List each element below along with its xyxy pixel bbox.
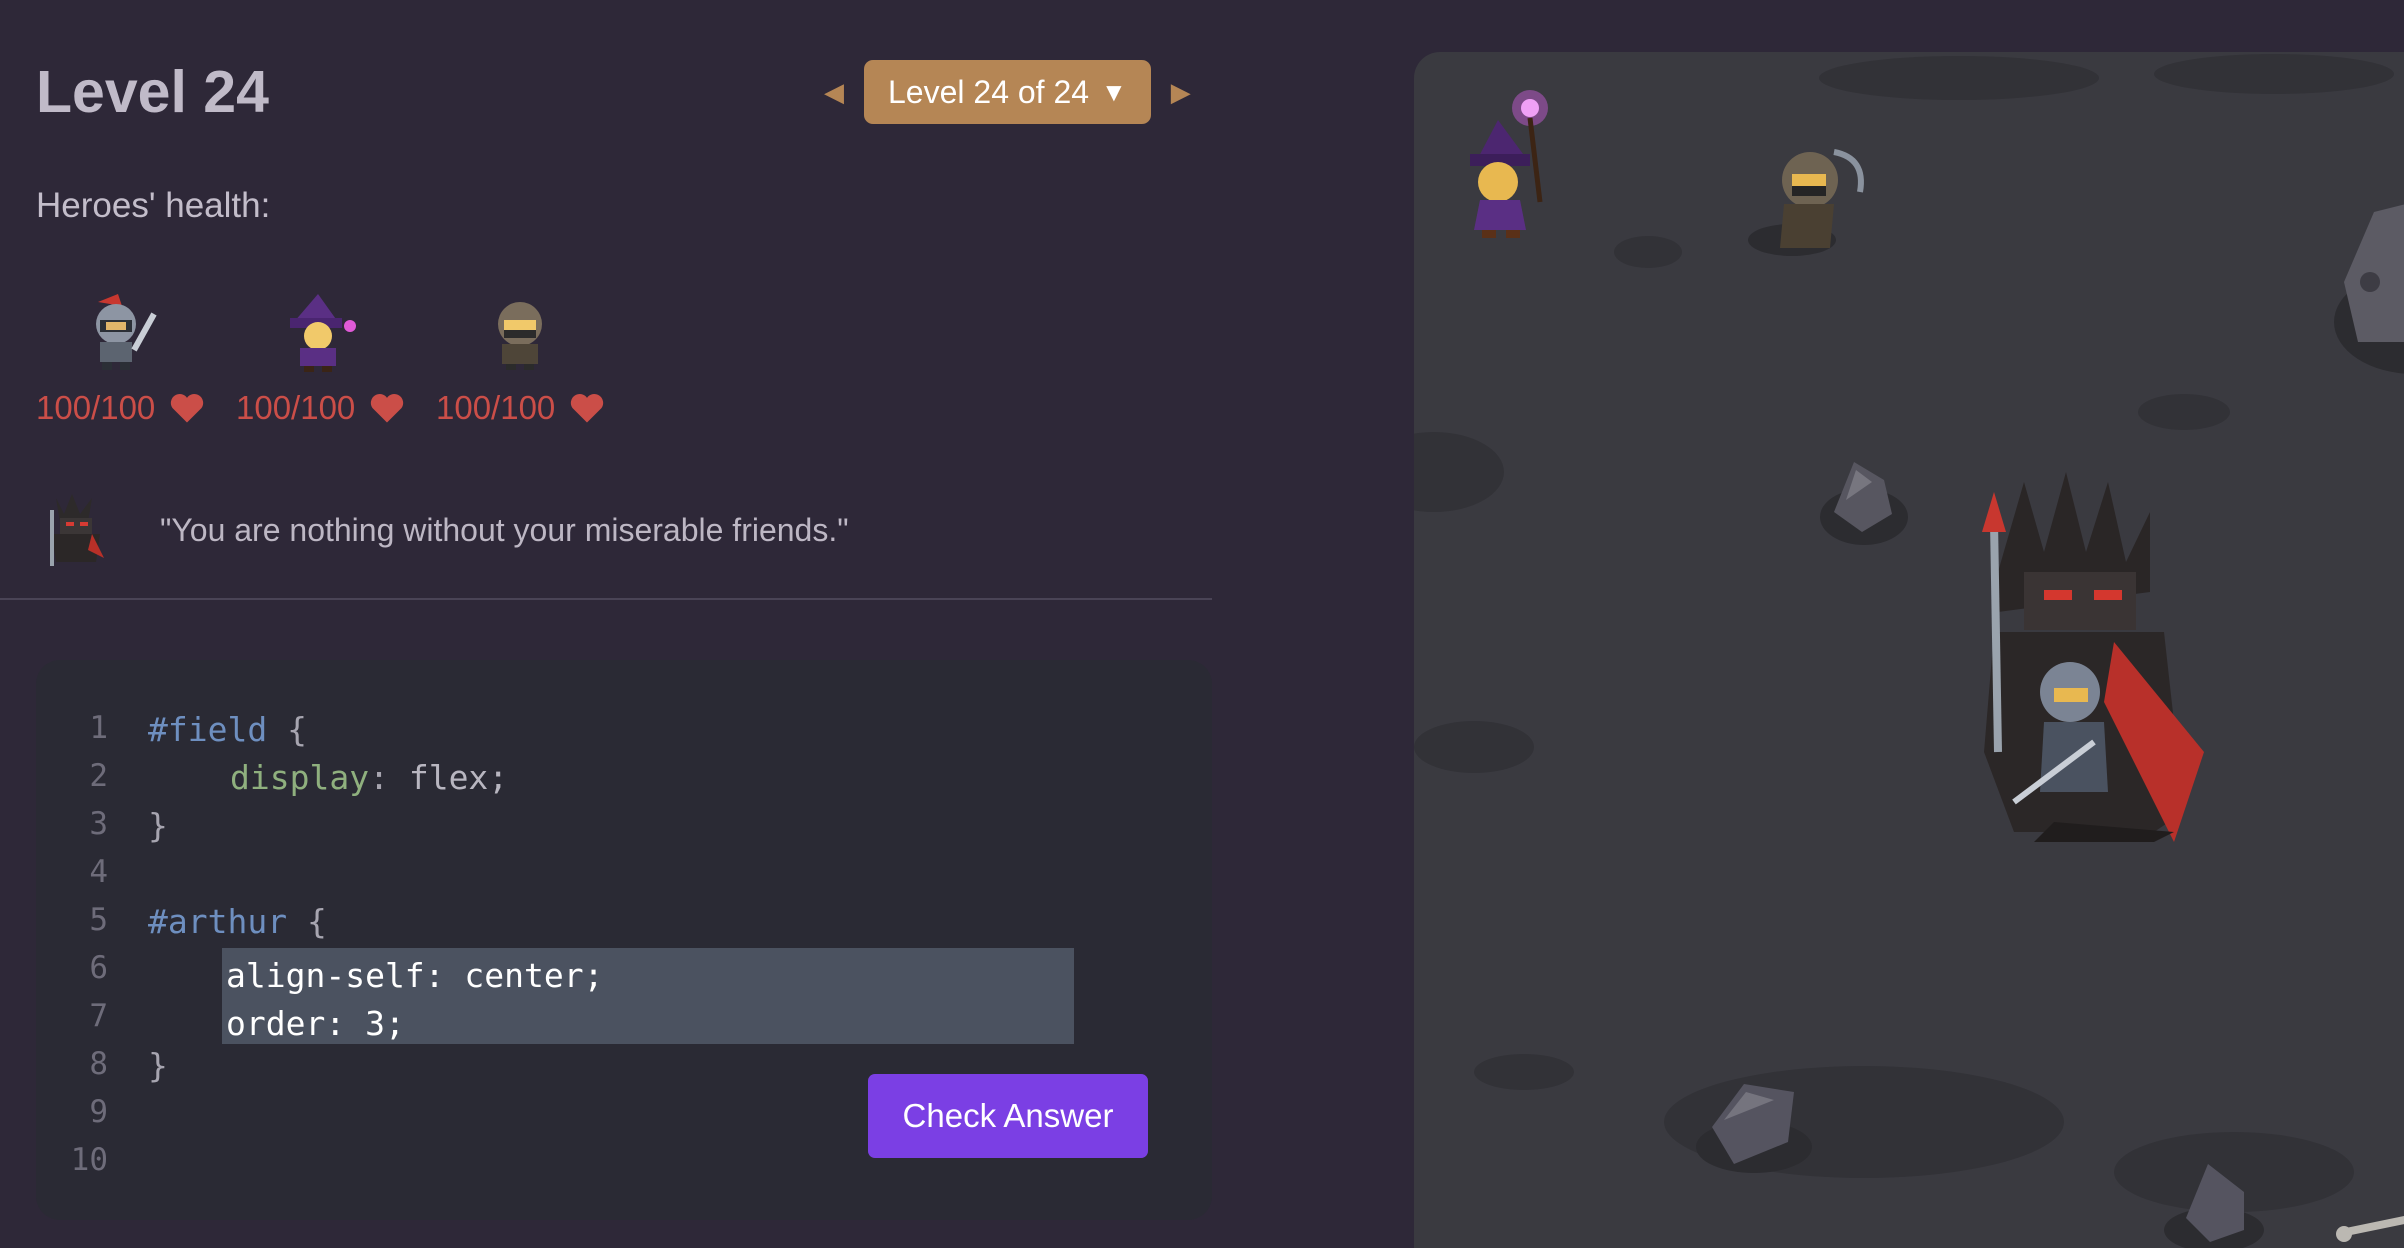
rock [2334, 204, 2404, 374]
hero-hp-text: 100/100 [436, 389, 556, 426]
close-brace: } [148, 806, 168, 845]
line-number: 8 [89, 1046, 108, 1082]
heart-icon [171, 394, 204, 423]
level-title: Level 24 [36, 59, 269, 125]
line-number: 10 [70, 1142, 108, 1178]
css-answer-input[interactable]: align-self: center; order: 3; [222, 948, 1074, 1044]
wizard-hero-sprite [1470, 90, 1548, 238]
open-brace: { [306, 902, 327, 941]
enemy-quote: "You are nothing without your miserable … [40, 490, 849, 570]
open-brace: { [287, 710, 307, 749]
line-number: 6 [89, 950, 108, 986]
hero-health-value: 100/100 [236, 389, 426, 427]
heart-icon [371, 394, 404, 423]
instructions-panel: Level 24 ◀ Level 24 of 24 ▼ ▶ Heroes' he… [0, 0, 1212, 1248]
hero-hp-text: 100/100 [236, 389, 356, 426]
line-number: 5 [89, 902, 108, 938]
hero-hp-text: 100/100 [36, 389, 156, 426]
level-navigation: ◀ Level 24 of 24 ▼ ▶ [818, 60, 1197, 124]
level-select-dropdown[interactable]: Level 24 of 24 ▼ [864, 60, 1151, 124]
thief-hero-sprite [1748, 149, 1864, 256]
bone [2336, 1215, 2404, 1242]
next-level-arrow-icon[interactable]: ▶ [1165, 77, 1197, 108]
hero-health-value: 100/100 [436, 389, 626, 427]
enemy-quote-text: "You are nothing without your miserable … [160, 511, 849, 548]
code-line: #field { [148, 710, 307, 749]
hero-health-wizard: 100/100 [236, 290, 426, 427]
css-editor: 1 2 3 4 5 6 7 8 9 10 #field { display: f… [36, 660, 1212, 1220]
line-number: 4 [89, 854, 108, 890]
css-property: display [230, 758, 370, 797]
line-number: 3 [89, 806, 108, 842]
heart-icon [571, 394, 604, 423]
wizard-hero-icon [290, 294, 356, 372]
level-select-label: Level 24 of 24 [888, 73, 1090, 110]
chevron-down-icon: ▼ [1101, 76, 1127, 107]
hero-health-value: 100/100 [36, 389, 226, 427]
css-value: flex; [408, 758, 509, 797]
hero-health-arthur: 100/100 [36, 290, 226, 427]
hero-health-thief: 100/100 [436, 290, 626, 427]
line-number: 9 [89, 1094, 108, 1130]
line-number: 1 [89, 710, 108, 746]
dark-knight-enemy-icon [50, 494, 104, 566]
code-line: display: flex; [230, 758, 508, 797]
close-brace: } [148, 1046, 168, 1085]
colon: : [369, 758, 389, 797]
knight-hero-icon [96, 294, 157, 370]
line-number: 7 [89, 998, 108, 1034]
divider [0, 598, 1212, 600]
previous-level-arrow-icon[interactable]: ◀ [818, 77, 850, 108]
code-line: #arthur { [148, 902, 327, 941]
check-answer-button[interactable]: Check Answer [868, 1074, 1148, 1158]
heroes-health-label: Heroes' health: [36, 186, 271, 225]
rock [1820, 462, 1908, 545]
arthur-selector: #arthur [148, 902, 288, 941]
line-number: 2 [89, 758, 108, 794]
dark-knight-enemy-sprite [1982, 472, 2204, 842]
thief-hero-icon [498, 302, 542, 370]
game-board-scene [1414, 54, 2404, 1248]
field-selector: #field [148, 710, 268, 749]
game-board [1414, 52, 2404, 1248]
